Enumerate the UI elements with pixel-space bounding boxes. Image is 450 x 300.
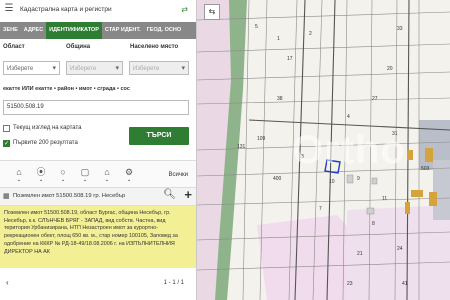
map-label: 109 <box>257 136 266 142</box>
list-icon[interactable]: ▪ <box>14 176 24 186</box>
map-label: 5 <box>255 24 258 30</box>
result-toolbar: ⌂ ⦿ ○ ▢ ⌂ ⚙ ▪ ▪ ▪ ▪ ▪ ▪ Всички <box>0 160 196 188</box>
chevron-down-icon: ▾ <box>181 65 185 72</box>
map-label: 400 <box>273 176 282 182</box>
search-tabs: ЗЕНЕ АДРЕС ИДЕНТИФИКАТОР СТАР ИДЕНТ. ГЕО… <box>0 22 196 39</box>
map-label: 11 <box>382 196 387 202</box>
naseleno-label: Населено място <box>130 44 179 50</box>
map-label: 20 <box>387 66 393 72</box>
naseleno-value: Изберете <box>133 66 160 72</box>
app-title: Кадастрална карта и регистри <box>20 6 112 13</box>
map-label: 10 <box>329 179 335 185</box>
result-title[interactable]: Поземлен имот 51500.508.19 гр. Несебър <box>13 193 125 199</box>
map-label: 27 <box>372 96 378 102</box>
map-label: 2 <box>309 31 312 37</box>
map-label: 21 <box>357 251 363 257</box>
oblast-label: Област <box>3 44 25 50</box>
obshtina-select[interactable]: Изберете ▾ <box>66 61 123 75</box>
obshtina-label: Община <box>66 44 91 50</box>
result-description: Поземлен имот 51500.508.19, област Бурга… <box>0 206 196 268</box>
pager: ‹ 1 - 1 / 1 <box>0 268 196 300</box>
first200-checkbox[interactable] <box>3 140 10 147</box>
plus-icon[interactable]: + <box>184 187 192 202</box>
current-view-label: Текущ изглед на картата <box>13 125 82 131</box>
search-button[interactable]: ТЪРСИ <box>129 127 189 145</box>
map-label: 23 <box>347 281 353 287</box>
pager-count: 1 - 1 / 1 <box>163 280 184 286</box>
result-header: ▦ Поземлен имот 51500.508.19 гр. Несебър… <box>0 187 196 206</box>
map-label: 8 <box>372 221 375 227</box>
left-panel: ☰ Кадастрална карта и регистри ⇄ ЗЕНЕ АД… <box>0 0 197 300</box>
oblast-value: Изберете <box>7 66 34 72</box>
map-label: 24 <box>397 246 403 252</box>
first200-label: Първите 200 резултата <box>13 140 78 146</box>
search-icon[interactable]: 🔍︎ <box>163 189 176 200</box>
map-label: 131 <box>237 144 246 150</box>
map-label: 1 <box>277 36 280 42</box>
map-label: 38 <box>277 96 283 102</box>
map-label: 4 <box>347 114 350 120</box>
map-label: 9 <box>357 176 360 182</box>
menu-icon[interactable]: ☰ <box>4 4 14 14</box>
frame-icon[interactable]: ▪ <box>80 176 90 186</box>
map-label: 7 <box>319 206 322 212</box>
map-label: 33 <box>397 26 403 32</box>
tab-zone[interactable]: ЗЕНЕ <box>0 22 21 39</box>
map-label: 41 <box>402 281 408 287</box>
circle-icon[interactable]: ▪ <box>58 176 68 186</box>
obshtina-value: Изберете <box>70 66 97 72</box>
identifier-hint: екатте ИЛИ екатте • район • имот • сград… <box>3 86 130 92</box>
chevron-down-icon: ▾ <box>115 65 119 72</box>
pin-icon[interactable]: ▪ <box>36 176 46 186</box>
naseleno-select[interactable]: Изберете ▾ <box>129 61 189 75</box>
prev-icon[interactable]: ‹ <box>6 278 9 287</box>
map-label: 503 <box>421 166 430 172</box>
identifier-input[interactable]: 51500.508.19 <box>3 100 189 115</box>
chevron-icon[interactable]: ⇄ <box>181 5 188 14</box>
map-zoom-button[interactable]: ⇆ <box>204 4 220 20</box>
app-header: ☰ Кадастрална карта и регистри ⇄ <box>0 0 196 23</box>
oblast-select[interactable]: Изберете ▾ <box>3 61 60 75</box>
current-view-checkbox[interactable] <box>3 125 10 132</box>
house-icon[interactable]: ▪ <box>102 176 112 186</box>
tab-old-identifier[interactable]: СТАР ИДЕНТ. <box>102 22 144 39</box>
map-label: 17 <box>287 56 293 62</box>
settings-icon[interactable]: ▪ <box>124 176 134 186</box>
tab-address[interactable]: АДРЕС <box>21 22 46 39</box>
map-watermark: Ortho <box>292 128 406 172</box>
chevron-down-icon: ▾ <box>52 65 56 72</box>
all-toggle[interactable]: Всички <box>169 172 188 178</box>
tab-identifier[interactable]: ИДЕНТИФИКАТОР <box>46 22 102 39</box>
grid-icon: ▦ <box>3 193 10 200</box>
tab-geodetic[interactable]: ГЕОД. ОСНО <box>144 22 184 39</box>
